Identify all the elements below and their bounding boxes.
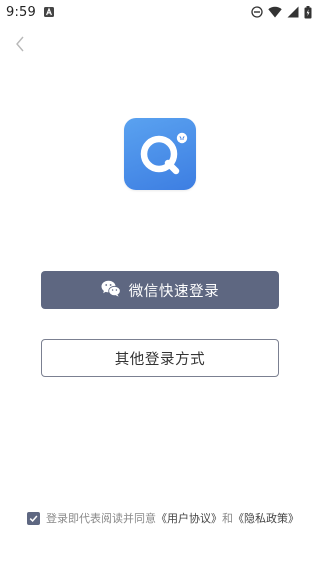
wechat-login-label: 微信快速登录 xyxy=(128,283,220,300)
other-login-button[interactable]: 其他登录方式 xyxy=(41,339,279,377)
agreement-prefix: 登录即代表阅读并同意 xyxy=(46,512,156,525)
do-not-disturb-icon xyxy=(251,6,263,18)
app-logo xyxy=(124,118,196,190)
checkmark-icon xyxy=(29,515,38,522)
agreement-checkbox[interactable] xyxy=(27,511,40,525)
status-bar: 9:59 xyxy=(0,0,320,24)
user-agreement-link[interactable]: 《用户协议》 xyxy=(156,512,222,525)
agreement-conjunction: 和 xyxy=(222,512,233,525)
other-login-label: 其他登录方式 xyxy=(114,351,206,368)
status-bar-left: 9:59 xyxy=(6,5,54,20)
wechat-login-button[interactable]: 微信快速登录 xyxy=(41,271,279,309)
back-button[interactable] xyxy=(10,36,30,56)
notification-a-icon xyxy=(44,7,54,17)
wifi-icon xyxy=(268,6,282,18)
battery-icon xyxy=(304,5,312,19)
privacy-policy-link[interactable]: 《隐私政策》 xyxy=(233,512,299,525)
status-bar-right xyxy=(251,5,312,19)
signal-icon xyxy=(287,6,299,18)
wechat-icon xyxy=(101,280,121,301)
agreement-row: 登录即代表阅读并同意《用户协议》和《隐私政策》 xyxy=(27,509,299,527)
status-time: 9:59 xyxy=(6,4,36,20)
chevron-left-icon xyxy=(15,36,25,56)
